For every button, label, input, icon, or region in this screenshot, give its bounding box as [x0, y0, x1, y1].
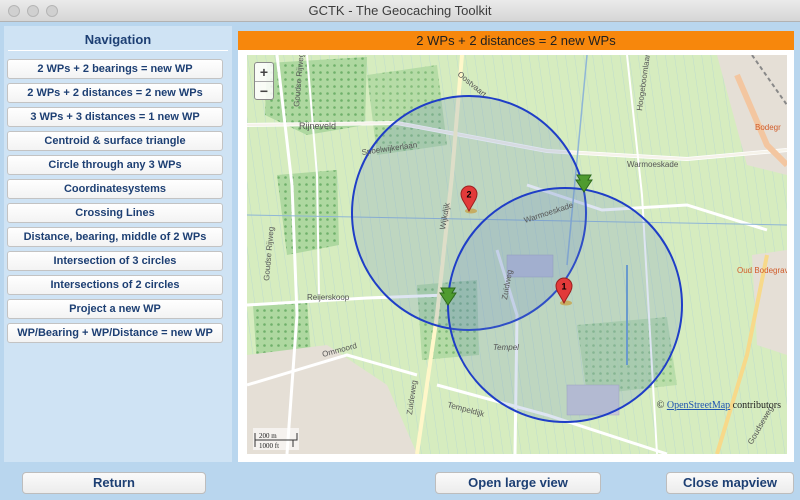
orchard-area [277, 170, 339, 255]
title-bar: GCTK - The Geocaching Toolkit [0, 0, 800, 22]
nav-button-wp-bearing-distance[interactable]: WP/Bearing + WP/Distance = new WP [7, 323, 223, 343]
return-button[interactable]: Return [22, 472, 206, 494]
navigation-title: Navigation [84, 32, 152, 47]
nav-button-centroid-surface[interactable]: Centroid & surface triangle [7, 131, 223, 151]
map-label-oud-bodegraven: Oud Bodegraven [737, 266, 787, 275]
close-window-button[interactable] [8, 5, 20, 17]
scale-metric-label: 200 m [259, 432, 277, 440]
zoom-control: + − [254, 62, 274, 100]
nav-button-crossing-lines[interactable]: Crossing Lines [7, 203, 223, 223]
waypoint-label-2: 2 [466, 190, 471, 200]
waypoint-label-1: 1 [561, 282, 566, 292]
navigation-divider [8, 50, 228, 51]
copyright-symbol: © [656, 400, 665, 411]
map-header: 2 WPs + 2 distances = 2 new WPs [238, 31, 794, 50]
nav-button-3wps-3distances[interactable]: 3 WPs + 3 distances = 1 new WP [7, 107, 223, 127]
nav-button-2wps-2distances[interactable]: 2 WPs + 2 distances = 2 new WPs [7, 83, 223, 103]
navigation-list: 2 WPs + 2 bearings = new WP 2 WPs + 2 di… [7, 59, 223, 347]
map-label-rijneveld: Rijneveld [299, 121, 336, 131]
map-frame: Rijneveld Spoelwijkerlaan Warmoeskade Wa… [238, 50, 794, 462]
nav-button-circle-3wps[interactable]: Circle through any 3 WPs [7, 155, 223, 175]
map-view[interactable]: Rijneveld Spoelwijkerlaan Warmoeskade Wa… [247, 55, 787, 454]
attribution-suffix: contributors [730, 400, 781, 411]
map-label-reijerskoop: Reijerskoop [307, 293, 350, 302]
map-label-bodegr: Bodegr [755, 123, 781, 132]
zoom-in-button[interactable]: + [255, 63, 273, 81]
map-attribution: © OpenStreetMap contributors [657, 400, 781, 411]
open-large-view-button[interactable]: Open large view [435, 472, 601, 494]
nav-button-intersection-3-circles[interactable]: Intersection of 3 circles [7, 251, 223, 271]
map-label-warmoeskade-east: Warmoeskade [627, 160, 679, 169]
scale-imperial-label: 1000 ft [259, 442, 279, 450]
map-scale-bar: 200 m 1000 ft [253, 428, 299, 450]
window-title: GCTK - The Geocaching Toolkit [308, 3, 492, 18]
nav-button-project-new-wp[interactable]: Project a new WP [7, 299, 223, 319]
navigation-panel: Navigation 2 WPs + 2 bearings = new WP 2… [4, 26, 232, 462]
minimize-window-button[interactable] [27, 5, 39, 17]
zoom-window-button[interactable] [46, 5, 58, 17]
close-mapview-button[interactable]: Close mapview [666, 472, 794, 494]
nav-button-coordinatesystems[interactable]: Coordinatesystems [7, 179, 223, 199]
zoom-out-button[interactable]: − [255, 81, 273, 99]
nav-button-distance-bearing-middle[interactable]: Distance, bearing, middle of 2 WPs [7, 227, 223, 247]
nav-button-intersections-2-circles[interactable]: Intersections of 2 circles [7, 275, 223, 295]
map-label-tempel: Tempel [493, 343, 519, 352]
openstreetmap-link[interactable]: OpenStreetMap [667, 400, 730, 411]
nav-button-2wps-2bearings[interactable]: 2 WPs + 2 bearings = new WP [7, 59, 223, 79]
